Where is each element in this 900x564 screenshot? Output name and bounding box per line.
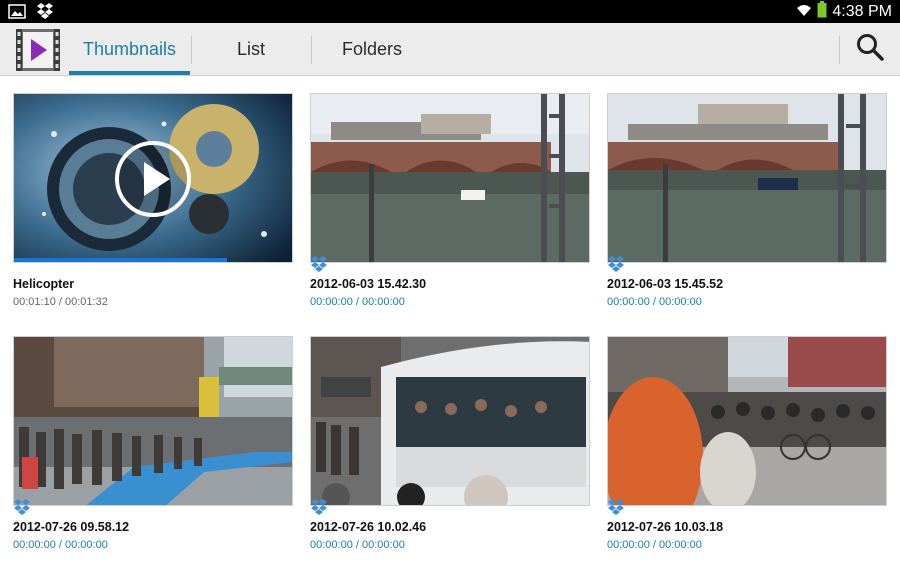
- video-duration: 00:00:00 / 00:00:00: [310, 539, 405, 551]
- search-icon: [856, 33, 884, 66]
- video-tile[interactable]: 2012-06-03 15.42.30 00:00:00 / 00:00:00: [310, 93, 590, 321]
- tab-list[interactable]: List: [192, 23, 310, 75]
- active-tab-indicator: [69, 71, 190, 75]
- tab-list-label: List: [236, 38, 265, 59]
- video-thumbnail[interactable]: [13, 336, 293, 506]
- wifi-icon: [796, 3, 812, 22]
- video-thumbnail[interactable]: [607, 336, 887, 506]
- playback-progress-fill: [14, 258, 227, 262]
- video-duration: 00:00:00 / 00:00:00: [13, 539, 108, 551]
- video-tile[interactable]: Helicopter 00:01:10 / 00:01:32: [13, 93, 293, 321]
- dropbox-icon: [36, 3, 54, 24]
- video-title: Helicopter: [13, 277, 75, 291]
- tab-thumbnails[interactable]: Thumbnails: [69, 23, 190, 75]
- video-thumbnail[interactable]: [310, 93, 590, 263]
- dropbox-icon: [310, 498, 328, 516]
- video-duration: 00:00:00 / 00:00:00: [310, 296, 405, 308]
- playback-progress: [14, 258, 292, 262]
- video-tile[interactable]: 2012-07-26 09.58.12 00:00:00 / 00:00:00: [13, 336, 293, 564]
- action-bar: Thumbnails List Folders: [0, 23, 900, 76]
- dropbox-icon: [13, 498, 31, 516]
- video-title: 2012-06-03 15.45.52: [607, 277, 724, 291]
- video-player-icon[interactable]: [15, 28, 61, 72]
- video-title: 2012-07-26 09.58.12: [13, 520, 130, 534]
- battery-icon: [817, 1, 827, 23]
- video-title: 2012-07-26 10.02.46: [310, 520, 427, 534]
- clock: 4:38 PM: [832, 3, 892, 20]
- video-tile[interactable]: 2012-06-03 15.45.52 00:00:00 / 00:00:00: [607, 93, 887, 321]
- status-bar: 4:38 PM: [0, 0, 900, 23]
- toolbar-divider: [839, 36, 840, 64]
- dropbox-icon: [607, 255, 625, 273]
- video-tile[interactable]: 2012-07-26 10.03.18 00:00:00 / 00:00:00: [607, 336, 887, 564]
- play-icon[interactable]: [114, 140, 192, 218]
- status-left-icons: [8, 3, 54, 24]
- video-duration: 00:00:00 / 00:00:00: [607, 539, 702, 551]
- image-icon: [8, 3, 26, 24]
- video-thumbnail[interactable]: [13, 93, 293, 263]
- dropbox-icon: [310, 255, 328, 273]
- status-right: 4:38 PM: [796, 1, 892, 23]
- video-thumbnail[interactable]: [310, 336, 590, 506]
- tab-thumbnails-label: Thumbnails: [82, 38, 177, 59]
- video-tile[interactable]: 2012-07-26 10.02.46 00:00:00 / 00:00:00: [310, 336, 590, 564]
- tab-folders-label: Folders: [341, 38, 403, 59]
- search-button[interactable]: [852, 31, 888, 67]
- video-title: 2012-07-26 10.03.18: [607, 520, 724, 534]
- tab-folders[interactable]: Folders: [312, 23, 432, 75]
- video-title: 2012-06-03 15.42.30: [310, 277, 427, 291]
- video-thumbnail[interactable]: [607, 93, 887, 263]
- video-duration: 00:01:10 / 00:01:32: [13, 296, 108, 308]
- video-duration: 00:00:00 / 00:00:00: [607, 296, 702, 308]
- dropbox-icon: [607, 498, 625, 516]
